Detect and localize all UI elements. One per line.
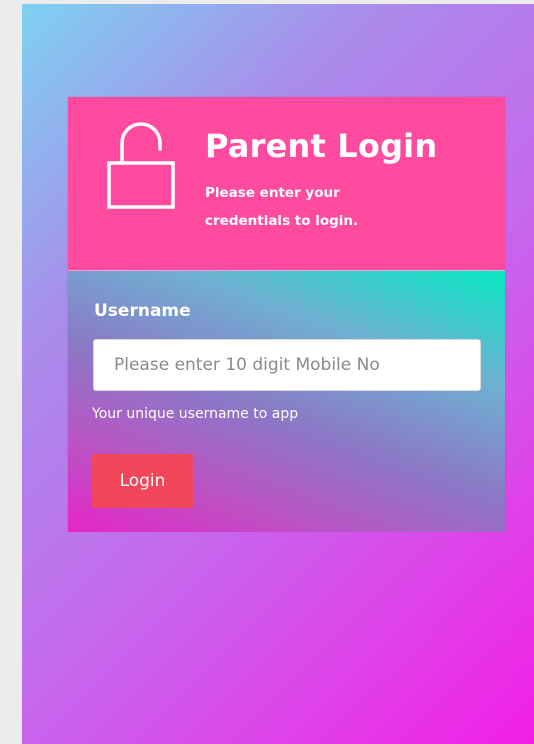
page: Parent Login Please enter your credentia… <box>0 0 534 744</box>
login-form: Username Your unique username to app Log… <box>68 270 505 532</box>
page-subtitle: Please enter your credentials to login. <box>205 185 359 229</box>
page-title: Parent Login <box>205 127 438 165</box>
login-card: Parent Login Please enter your credentia… <box>68 97 505 532</box>
page-corner <box>0 0 22 40</box>
login-card-header: Parent Login Please enter your credentia… <box>68 97 505 270</box>
username-input[interactable] <box>93 339 481 391</box>
username-label: Username <box>94 301 191 321</box>
username-help-text: Your unique username to app <box>92 406 299 422</box>
unlocked-padlock-icon <box>106 121 178 211</box>
login-button[interactable]: Login <box>92 454 193 508</box>
